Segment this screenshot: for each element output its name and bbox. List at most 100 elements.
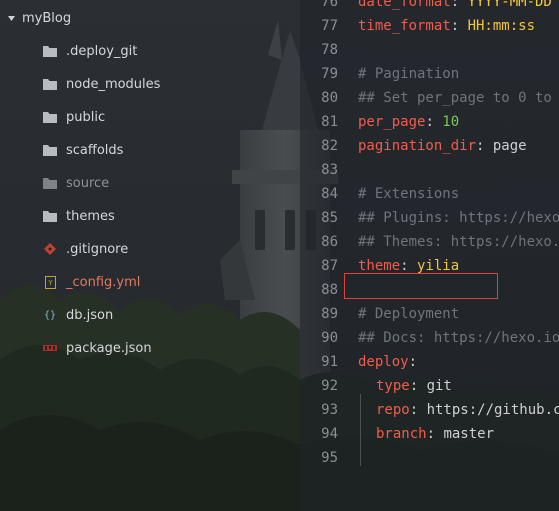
- tree-item-themes[interactable]: themes: [42, 205, 115, 227]
- code-line[interactable]: 90 ## Docs: https://hexo.io/docs/deployme…: [300, 326, 559, 350]
- folder-icon: [42, 43, 58, 59]
- tree-item-label: _config.yml: [66, 274, 141, 290]
- yaml-value: 10: [442, 114, 460, 130]
- line-number: 80: [321, 90, 338, 106]
- tree-item-source[interactable]: source: [42, 172, 109, 194]
- tree-item-deploy-git[interactable]: .deploy_git: [42, 40, 137, 62]
- folder-icon: [42, 175, 58, 191]
- line-code: ## Set per_page to 0 to disable paginati…: [358, 86, 559, 110]
- yaml-value: git: [426, 378, 452, 394]
- code-line[interactable]: 76 date_format: YYYY-MM-DD: [300, 0, 559, 14]
- line-number: 84: [321, 186, 338, 202]
- code-line[interactable]: 89 # Deployment: [300, 302, 559, 326]
- code-line[interactable]: 91 deploy:: [300, 350, 559, 374]
- code-line[interactable]: 94 branch: master: [300, 422, 559, 446]
- tree-item-label: package.json: [66, 340, 152, 356]
- tree-item-config-yml[interactable]: Y _config.yml: [42, 271, 140, 293]
- colon: :: [409, 378, 427, 394]
- code-line[interactable]: 77 time_format: HH:mm:ss: [300, 14, 559, 38]
- indent-guide: [360, 394, 361, 466]
- yaml-value: yilia: [417, 258, 460, 274]
- line-number: 83: [321, 162, 338, 178]
- tree-root-myblog[interactable]: myBlog: [6, 7, 71, 29]
- line-code: # Extensions: [358, 182, 459, 206]
- line-number: 77: [321, 18, 338, 34]
- comment-text: # Extensions: [358, 186, 460, 202]
- colon: :: [425, 114, 443, 130]
- line-number: 92: [321, 378, 338, 394]
- code-line[interactable]: 93 repo: https://github.com: [300, 398, 559, 422]
- line-number: 86: [321, 234, 338, 250]
- code-editor[interactable]: 76 date_format: YYYY-MM-DD 77 time_format: …: [300, 0, 559, 511]
- tree-item-label: themes: [66, 208, 115, 224]
- yaml-value: master: [443, 426, 495, 442]
- code-line[interactable]: 81 per_page: 10: [300, 110, 559, 134]
- comment-text: # Deployment: [358, 306, 460, 322]
- npm-icon: [42, 340, 58, 356]
- line-code: deploy:: [358, 350, 417, 374]
- tree-item-label: scaffolds: [66, 142, 124, 158]
- line-code: ## Docs: https://hexo.io/docs/deployment…: [358, 326, 559, 350]
- code-line[interactable]: 84 # Extensions: [300, 182, 559, 206]
- folder-icon: [42, 208, 58, 224]
- tree-item-label: db.json: [66, 307, 114, 323]
- line-number: 76: [321, 0, 338, 10]
- yaml-key: time_format: [358, 18, 451, 34]
- tree-item-label: source: [66, 175, 110, 191]
- line-number: 79: [321, 66, 338, 82]
- line-number: 82: [321, 138, 338, 154]
- code-line[interactable]: 95: [300, 446, 559, 470]
- code-line[interactable]: 82 pagination_dir: page: [300, 134, 559, 158]
- line-code: per_page: 10: [358, 110, 459, 134]
- colon: :: [450, 0, 468, 10]
- git-icon: [42, 241, 58, 257]
- tree-item-node-modules[interactable]: node_modules: [42, 73, 160, 95]
- code-line[interactable]: 80 ## Set per_page to 0 to disable pagina…: [300, 86, 559, 110]
- tree-item-db-json[interactable]: {} db.json: [42, 304, 113, 326]
- yaml-key: date_format: [358, 0, 451, 10]
- line-code: ## Plugins: https://hexo.io/plugins/: [358, 206, 559, 230]
- yaml-key: per_page: [358, 114, 426, 130]
- folder-icon: [42, 109, 58, 125]
- yaml-key: branch: [376, 426, 427, 442]
- line-number: 89: [321, 306, 338, 322]
- tree-item-package-json[interactable]: package.json: [42, 337, 152, 359]
- line-number: 93: [321, 402, 338, 418]
- code-line[interactable]: 78: [300, 38, 559, 62]
- yaml-value: page: [492, 138, 527, 154]
- tree-item-label: node_modules: [66, 76, 161, 92]
- line-number: 94: [321, 426, 338, 442]
- line-number: 87: [321, 258, 338, 274]
- colon: :: [408, 354, 418, 370]
- colon: :: [476, 138, 493, 154]
- tree-item-scaffolds[interactable]: scaffolds: [42, 139, 123, 161]
- tree-item-label: .gitignore: [66, 241, 129, 257]
- yaml-key: theme: [358, 258, 401, 274]
- line-number: 81: [321, 114, 338, 130]
- code-line[interactable]: 79 # Pagination: [300, 62, 559, 86]
- tree-item-public[interactable]: public: [42, 106, 105, 128]
- tree-root-label: myBlog: [22, 10, 72, 26]
- folder-icon: [42, 76, 58, 92]
- line-code: pagination_dir: page: [358, 134, 527, 158]
- yaml-key: pagination_dir: [358, 138, 477, 154]
- line-number: 95: [321, 450, 338, 466]
- code-line[interactable]: 85 ## Plugins: https://hexo.io/plugins/: [300, 206, 559, 230]
- yaml-value: https://github.com: [426, 402, 559, 418]
- code-line[interactable]: 86 ## Themes: https://hexo.io/themes/: [300, 230, 559, 254]
- comment-text: ## Themes: https://hexo.io/themes/: [358, 234, 559, 250]
- line-code: # Deployment: [358, 302, 459, 326]
- chevron-down-icon[interactable]: [6, 13, 16, 23]
- yaml-key: type: [376, 378, 410, 394]
- line-code: branch: master: [376, 422, 494, 446]
- line-code: ## Themes: https://hexo.io/themes/: [358, 230, 559, 254]
- yaml-value: YYYY-MM-DD: [467, 0, 552, 10]
- line-code: type: git: [376, 374, 452, 398]
- code-line[interactable]: 83: [300, 158, 559, 182]
- line-number: 90: [321, 330, 338, 346]
- comment-text: ## Docs: https://hexo.io/docs/deployment…: [358, 330, 559, 346]
- tree-item-gitignore[interactable]: .gitignore: [42, 238, 128, 260]
- colon: :: [426, 426, 444, 442]
- colon: :: [409, 402, 427, 418]
- code-line[interactable]: 92 type: git: [300, 374, 559, 398]
